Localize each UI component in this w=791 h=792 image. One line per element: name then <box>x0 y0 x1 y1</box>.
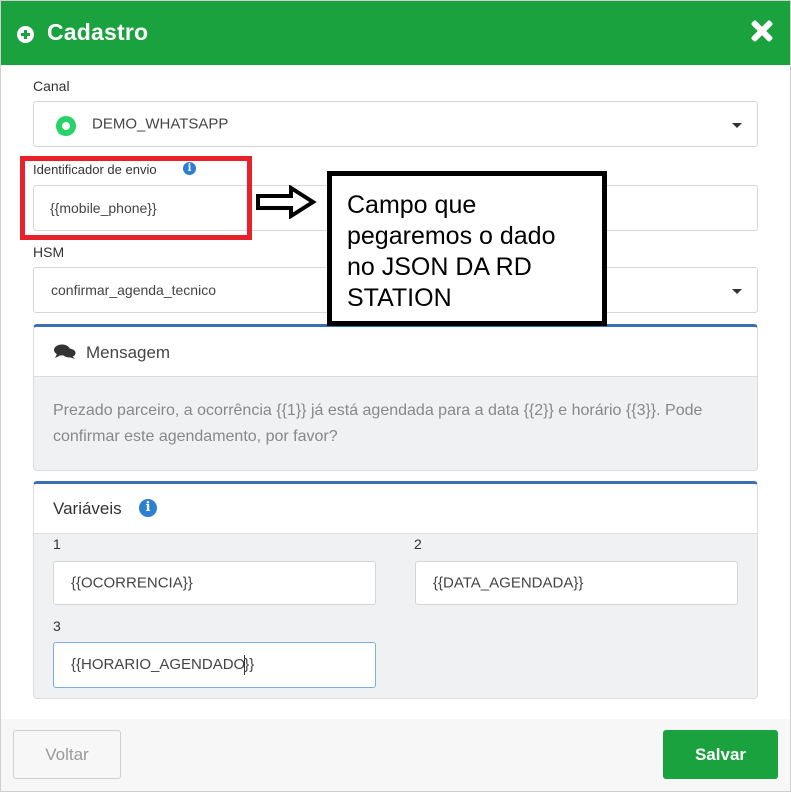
variavel-2-input[interactable]: {{DATA_AGENDADA}} <box>415 561 738 605</box>
variavel-3-value: {{HORARIO_AGENDADO}} <box>71 655 254 675</box>
annotation-note-line: STATION <box>347 284 452 312</box>
chevron-down-icon <box>732 289 742 294</box>
canal-value: DEMO_WHATSAPP <box>92 115 229 133</box>
canal-select[interactable]: DEMO_WHATSAPP <box>33 101 758 147</box>
canal-label: Canal <box>33 78 70 94</box>
modal-title: Cadastro <box>47 19 149 45</box>
variavel-1-label: 1 <box>53 536 61 552</box>
variavel-3-input[interactable]: {{HORARIO_AGENDADO}} <box>53 642 376 688</box>
mensagem-title: Mensagem <box>86 343 171 362</box>
comments-icon <box>54 344 76 359</box>
info-icon[interactable]: i <box>139 499 157 517</box>
variavel-2-value: {{DATA_AGENDADA}} <box>433 574 584 592</box>
variaveis-panel-header: Variáveis i <box>34 484 757 534</box>
annotation-note-text: Campo que pegaremos o dado no JSON DA RD… <box>347 190 602 314</box>
variaveis-title: Variáveis <box>53 499 122 518</box>
whatsapp-icon <box>56 116 76 136</box>
variavel-2-label: 2 <box>414 536 422 552</box>
plus-circle-icon <box>17 26 34 43</box>
mensagem-text: Prezado parceiro, a ocorrência {{1}} já … <box>53 402 703 445</box>
back-button[interactable]: Voltar <box>13 730 121 779</box>
annotation-note-line: pegaremos o dado <box>347 222 556 250</box>
annotation-red-highlight <box>20 156 252 240</box>
hsm-label: HSM <box>33 244 65 260</box>
save-button[interactable]: Salvar <box>663 730 778 779</box>
variavel-3-value-after: }} <box>244 655 255 673</box>
variavel-1-value: {{OCORRENCIA}} <box>71 574 193 592</box>
chevron-down-icon <box>732 123 742 128</box>
close-icon[interactable] <box>751 20 773 42</box>
annotation-note-line: Campo que <box>347 191 477 219</box>
variavel-1-input[interactable]: {{OCORRENCIA}} <box>53 561 376 605</box>
mensagem-panel-header: Mensagem <box>34 327 757 377</box>
mensagem-panel: Mensagem Prezado parceiro, a ocorrência … <box>33 324 758 471</box>
annotation-note-box: Campo que pegaremos o dado no JSON DA RD… <box>327 171 607 326</box>
hsm-value: confirmar_agenda_tecnico <box>51 282 216 298</box>
annotation-note-line: no JSON DA RD <box>347 253 532 281</box>
modal-header: Cadastro <box>1 1 790 65</box>
variavel-3-label: 3 <box>53 618 61 634</box>
variavel-3-value-before: {{HORARIO_AGENDADO <box>71 655 246 673</box>
hollow-right-arrow-icon <box>256 185 317 219</box>
cadastro-modal: Cadastro Canal DEMO_WHATSAPP Identificad… <box>0 0 791 792</box>
